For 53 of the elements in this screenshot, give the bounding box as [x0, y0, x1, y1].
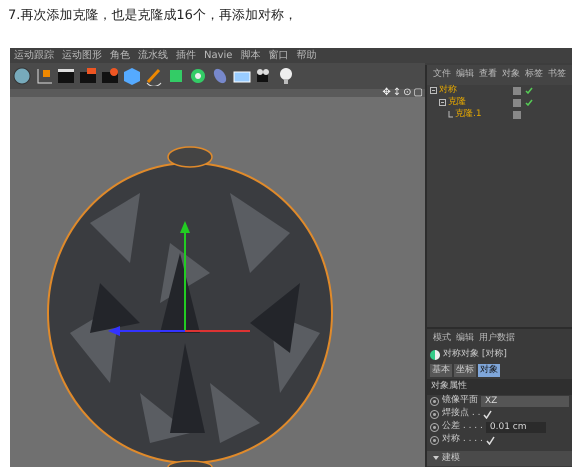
field-label: 对称 . . . .	[442, 433, 483, 446]
circle-icon	[430, 422, 439, 432]
checkbox[interactable]	[483, 410, 492, 418]
dropdown[interactable]: XZ	[481, 396, 569, 406]
group-title[interactable]: 建模	[442, 452, 460, 465]
symmetry-icon	[430, 350, 440, 360]
menu-item[interactable]: 文件	[433, 68, 451, 82]
pen-icon[interactable]	[144, 66, 164, 86]
object-title: 对称对象 [对称]	[443, 348, 507, 362]
menu-item[interactable]: 角色	[110, 48, 130, 63]
view-nav-icon[interactable]: ✥	[382, 88, 391, 98]
collapse-icon[interactable]	[439, 99, 446, 106]
view-nav-icon[interactable]: ▢	[414, 88, 423, 98]
menu-item[interactable]: 查看	[479, 68, 497, 82]
field-label: 镜像平面	[442, 394, 478, 408]
clapper-icon[interactable]	[56, 66, 76, 86]
menu-item[interactable]: 运动图形	[62, 48, 102, 63]
menu-item[interactable]: 流水线	[138, 48, 168, 63]
menu-item[interactable]: 脚本	[240, 48, 260, 63]
menu-item[interactable]: 编辑	[456, 68, 474, 82]
menu-item[interactable]: Navie	[204, 48, 232, 63]
circle-icon	[430, 396, 439, 406]
checkbox[interactable]	[486, 436, 495, 444]
object-name[interactable]: 克隆	[448, 96, 466, 110]
caret-icon	[433, 456, 439, 460]
tab[interactable]: 坐标	[454, 364, 476, 377]
collapse-icon[interactable]	[430, 87, 437, 94]
menu-item[interactable]: 帮助	[296, 48, 316, 63]
menu-item[interactable]: 对象	[502, 68, 520, 82]
menu-item[interactable]: 窗口	[268, 48, 288, 63]
view-nav-icon[interactable]: ↕	[392, 88, 402, 98]
menu-item[interactable]: 运动跟踪	[14, 48, 54, 63]
tree-line-icon	[448, 111, 453, 118]
menu-item[interactable]: 书签	[548, 68, 566, 82]
menu-item[interactable]: 用户数据	[479, 332, 515, 346]
menu-item[interactable]: 标签	[525, 68, 543, 82]
object-name[interactable]: 对称	[439, 84, 457, 98]
field-label: 公差 . . . .	[442, 420, 483, 434]
tutorial-step-text: 7.再次添加克隆，也是克隆成16个，再添加对称，	[7, 7, 298, 25]
menu-item[interactable]: 插件	[176, 48, 196, 63]
view-nav-icon[interactable]: ⊙	[403, 88, 412, 98]
check-icon[interactable]	[525, 99, 533, 106]
number-field[interactable]: 0.01 cm	[486, 422, 546, 432]
circle-icon	[430, 410, 439, 418]
menu-item[interactable]: 模式	[433, 332, 451, 346]
field-label: 焊接点 . .	[442, 407, 480, 420]
tab[interactable]: 对象	[478, 364, 500, 377]
tab[interactable]: 基本	[430, 364, 452, 377]
check-icon[interactable]	[525, 87, 533, 94]
menu-item[interactable]: 编辑	[456, 332, 474, 346]
section-header: 对象属性	[427, 379, 572, 394]
object-name[interactable]: 克隆.1	[455, 108, 482, 122]
circle-icon	[430, 436, 439, 444]
